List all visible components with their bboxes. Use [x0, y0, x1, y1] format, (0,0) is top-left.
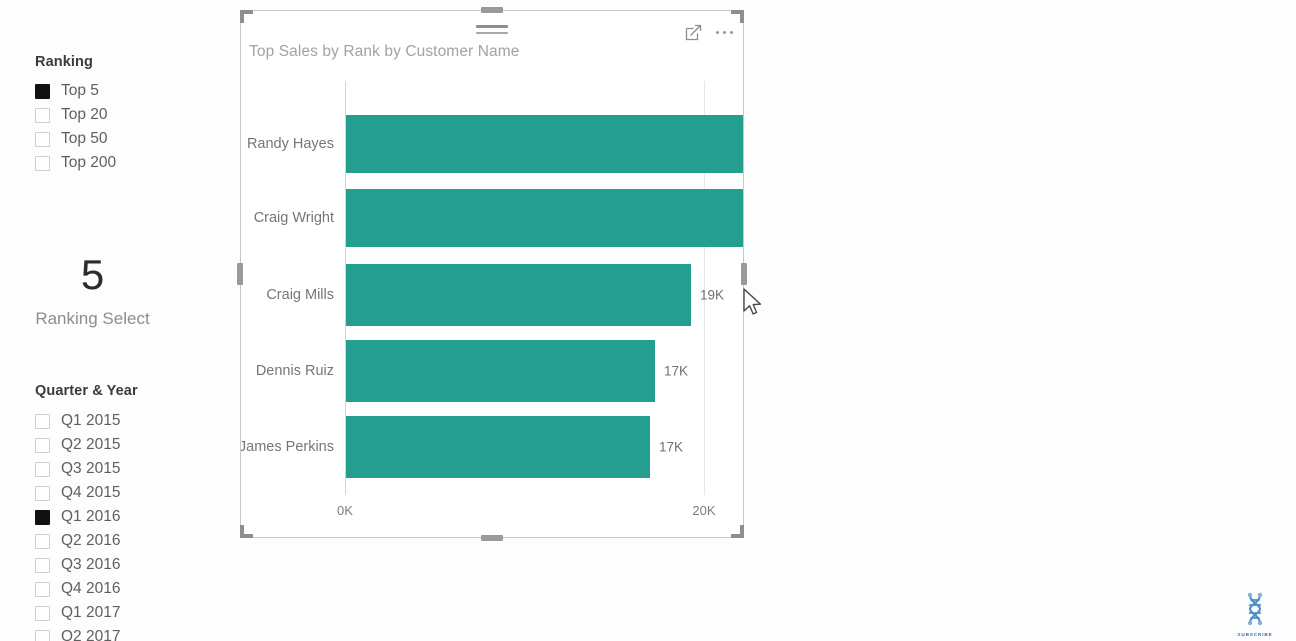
more-options-icon[interactable] [715, 23, 733, 42]
ranking-slicer-list: Top 5 Top 20 Top 50 Top 200 [35, 79, 225, 175]
ranking-select-value: 5 [80, 251, 105, 298]
category-label: Randy Hayes [246, 136, 334, 152]
slicer-item-q1-2015[interactable]: Q1 2015 [35, 409, 225, 433]
slicer-panel: Ranking Top 5 Top 20 Top 50 Top 200 5 Ra… [0, 0, 236, 641]
slicer-item-label: Q1 2016 [61, 508, 121, 526]
plot-area: Randy Hayes 27K Craig Wright 24K Craig M… [241, 81, 743, 518]
subscribe-watermark: SUBSCRIBE [1232, 592, 1278, 637]
slicer-item-label: Q1 2015 [61, 412, 121, 430]
checkbox-icon[interactable] [35, 581, 50, 597]
checkbox-icon[interactable] [35, 605, 50, 621]
bar[interactable] [346, 189, 743, 247]
slicer-item-label: Top 50 [61, 130, 108, 148]
checkbox-icon[interactable] [35, 437, 50, 453]
checkbox-icon[interactable] [35, 629, 50, 641]
slicer-item-label: Q4 2015 [61, 484, 121, 502]
bar[interactable] [346, 264, 691, 326]
bar-row[interactable]: Dennis Ruiz 17K [256, 340, 705, 402]
slicer-item-q2-2015[interactable]: Q2 2015 [35, 433, 225, 457]
slicer-item-label: Top 5 [61, 82, 99, 100]
slicer-item-q4-2015[interactable]: Q4 2015 [35, 481, 225, 505]
x-axis-tick-label: 20K [692, 503, 716, 518]
bar-row[interactable]: Randy Hayes 27K [247, 115, 743, 173]
category-label: Dennis Ruiz [255, 363, 334, 379]
checkbox-icon-checked[interactable] [35, 509, 50, 525]
checkbox-icon-checked[interactable] [35, 83, 50, 99]
checkbox-icon[interactable] [35, 485, 50, 501]
checkbox-icon[interactable] [35, 413, 50, 429]
quarter-year-slicer-title: Quarter & Year [35, 383, 138, 399]
power-bi-report-canvas: Ranking Top 5 Top 20 Top 50 Top 200 5 Ra… [0, 0, 1296, 641]
visual-inner: Top Sales by Rank by Customer Name Randy… [241, 11, 743, 537]
resize-handle-bottom-left[interactable] [240, 525, 253, 538]
category-label: Craig Wright [253, 210, 334, 226]
bar[interactable] [346, 115, 743, 173]
slicer-item-top-20[interactable]: Top 20 [35, 103, 225, 127]
resize-handle-top-left[interactable] [240, 10, 253, 23]
focus-mode-icon[interactable] [684, 23, 703, 42]
checkbox-icon[interactable] [35, 461, 50, 477]
slicer-item-q3-2016[interactable]: Q3 2016 [35, 553, 225, 577]
slicer-item-q3-2015[interactable]: Q3 2015 [35, 457, 225, 481]
resize-handle-top-right[interactable] [731, 10, 744, 23]
slicer-item-label: Q2 2017 [61, 628, 121, 641]
chart-area: Randy Hayes 27K Craig Wright 24K Craig M… [241, 73, 743, 537]
slicer-item-top-50[interactable]: Top 50 [35, 127, 225, 151]
category-label: Craig Mills [266, 287, 334, 303]
resize-handle-middle-right[interactable] [741, 263, 747, 285]
quarter-year-slicer-list: Q1 2015 Q2 2015 Q3 2015 Q4 2015 Q1 2016 [35, 409, 225, 641]
slicer-item-q1-2016[interactable]: Q1 2016 [35, 505, 225, 529]
slicer-item-top-200[interactable]: Top 200 [35, 151, 225, 175]
slicer-item-label: Q3 2016 [61, 556, 121, 574]
dna-logo-icon [1247, 592, 1263, 626]
x-axis-tick-label: 0K [337, 503, 353, 518]
bar-row[interactable]: Craig Wright 24K [254, 189, 743, 247]
slicer-item-q4-2016[interactable]: Q4 2016 [35, 577, 225, 601]
checkbox-icon[interactable] [35, 131, 50, 147]
category-label: James Perkins [241, 439, 334, 455]
resize-handle-bottom-right[interactable] [731, 525, 744, 538]
data-label: 17K [664, 363, 689, 379]
slicer-item-label: Q3 2015 [61, 460, 121, 478]
bar-row[interactable]: James Perkins 17K [241, 416, 705, 478]
ranking-select-card: 5 Ranking Select [10, 250, 175, 329]
visual-drag-handle-icon[interactable] [476, 25, 508, 38]
checkbox-icon[interactable] [35, 557, 50, 573]
ranking-slicer: Ranking Top 5 Top 20 Top 50 Top 200 [35, 54, 225, 175]
mouse-cursor-icon [742, 288, 764, 320]
bar[interactable] [346, 340, 655, 402]
checkbox-icon[interactable] [35, 533, 50, 549]
slicer-item-label: Q4 2016 [61, 580, 121, 598]
ranking-select-label: Ranking Select [35, 309, 150, 328]
ranking-slicer-title: Ranking [35, 54, 93, 70]
data-label: 19K [700, 287, 725, 303]
quarter-year-slicer: Quarter & Year Q1 2015 Q2 2015 Q3 2015 Q… [35, 383, 225, 641]
subscribe-label: SUBSCRIBE [1237, 632, 1273, 637]
slicer-item-label: Q2 2016 [61, 532, 121, 550]
data-label: 17K [659, 439, 684, 455]
resize-handle-bottom-center[interactable] [481, 535, 503, 541]
visual-action-bar [684, 23, 733, 42]
checkbox-icon[interactable] [35, 107, 50, 123]
bar-chart-visual[interactable]: Top Sales by Rank by Customer Name Randy… [237, 7, 747, 541]
slicer-item-label: Top 20 [61, 106, 108, 124]
bar[interactable] [346, 416, 650, 478]
resize-handle-top-center[interactable] [481, 7, 503, 13]
resize-handle-middle-left[interactable] [237, 263, 243, 285]
slicer-item-q2-2016[interactable]: Q2 2016 [35, 529, 225, 553]
checkbox-icon[interactable] [35, 155, 50, 171]
bar-row[interactable]: Craig Mills 19K [266, 264, 724, 326]
slicer-item-label: Q1 2017 [61, 604, 121, 622]
slicer-item-top-5[interactable]: Top 5 [35, 79, 225, 103]
slicer-item-label: Top 200 [61, 154, 117, 172]
visual-title: Top Sales by Rank by Customer Name [249, 43, 520, 60]
slicer-item-label: Q2 2015 [61, 436, 121, 454]
slicer-item-q2-2017[interactable]: Q2 2017 [35, 625, 225, 641]
slicer-item-q1-2017[interactable]: Q1 2017 [35, 601, 225, 625]
